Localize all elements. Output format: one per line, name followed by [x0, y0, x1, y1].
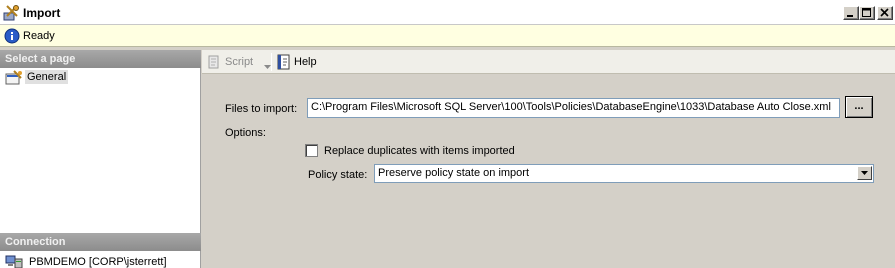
import-app-icon: [3, 4, 20, 21]
window-title: Import: [23, 6, 61, 20]
server-connection-icon: [5, 255, 23, 268]
info-icon: [4, 28, 20, 44]
status-text: Ready: [23, 30, 55, 42]
dropdown-arrow-icon[interactable]: [264, 60, 271, 72]
connection-label: PBMDEMO [CORP\jsterrett]: [29, 256, 167, 268]
policy-state-select[interactable]: Preserve policy state on import: [374, 164, 874, 183]
policy-state-value: Preserve policy state on import: [378, 167, 530, 179]
left-pane: Select a page General Connection PBMDEMO…: [0, 50, 201, 268]
connection-header: Connection: [0, 233, 201, 251]
page-item-label: General: [25, 70, 69, 84]
options-label: Options:: [225, 127, 266, 139]
policy-state-label: Policy state:: [308, 169, 368, 181]
replace-duplicates-checkbox[interactable]: [305, 144, 318, 157]
title-bar: Import: [0, 0, 895, 25]
browse-button[interactable]: ...: [845, 96, 873, 118]
help-icon: [276, 54, 292, 73]
minimize-button[interactable]: [843, 6, 859, 20]
close-button[interactable]: [877, 6, 893, 20]
replace-duplicates-label[interactable]: Replace duplicates with items imported: [324, 145, 515, 157]
script-label: Script: [225, 56, 254, 68]
general-page-content: Files to import: C:\Program Files\Micros…: [202, 75, 895, 268]
files-to-import-input[interactable]: C:\Program Files\Microsoft SQL Server\10…: [307, 98, 840, 118]
maximize-button[interactable]: [859, 6, 875, 20]
files-to-import-label: Files to import:: [225, 103, 298, 115]
toolbar: Script Help: [202, 50, 895, 74]
toolbar-separator: [271, 53, 272, 71]
select-page-header: Select a page: [0, 50, 201, 68]
properties-page-icon: [5, 70, 23, 86]
status-bar: Ready: [0, 25, 895, 47]
chevron-down-icon[interactable]: [857, 166, 872, 180]
script-icon: [206, 54, 222, 73]
help-label: Help: [294, 56, 317, 68]
